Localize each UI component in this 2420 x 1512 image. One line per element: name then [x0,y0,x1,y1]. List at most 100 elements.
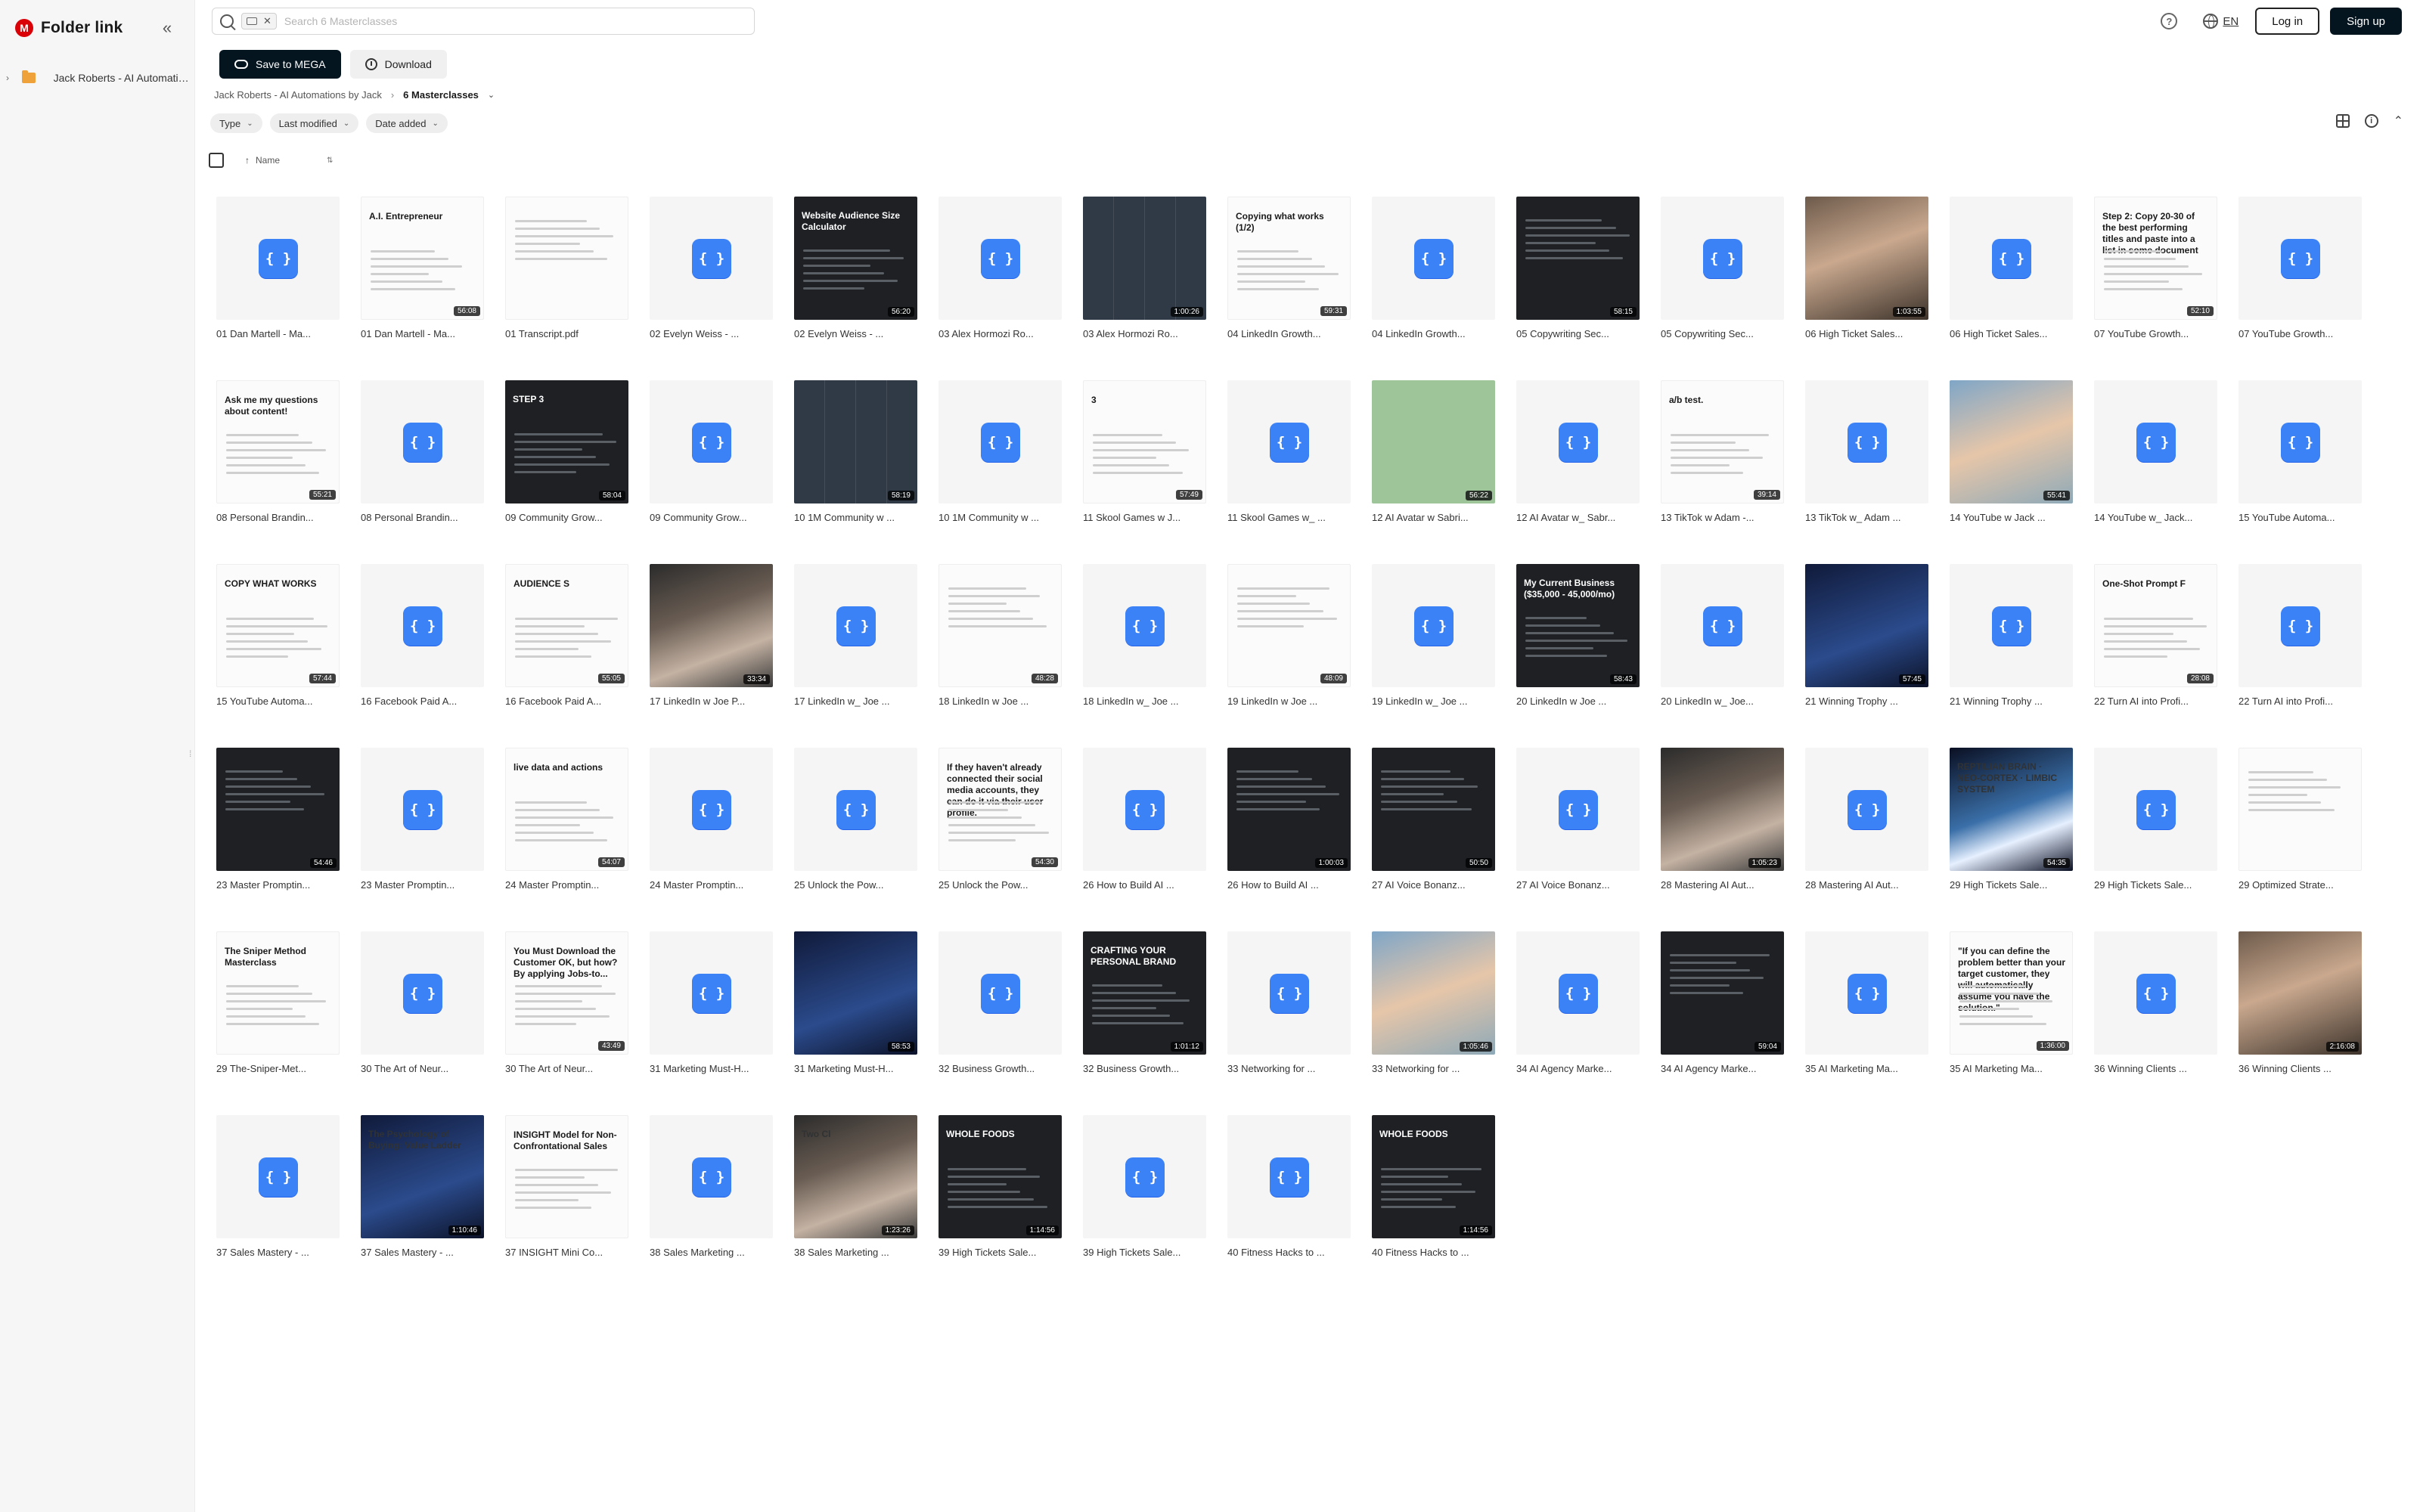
file-tile[interactable]: { } 10 1M Community w ... [939,380,1062,525]
file-tile[interactable]: { } 26 How to Build AI ... [1083,748,1206,892]
file-name[interactable]: 36 Winning Clients ... [2238,1062,2362,1076]
file-tile[interactable]: { } 13 TikTok w_ Adam ... [1805,380,1928,525]
file-thumbnail[interactable]: { } [1950,564,2073,687]
file-tile[interactable]: AUDIENCE S 55:05 16 Facebook Paid A... [505,564,628,708]
file-thumbnail[interactable]: { } [2238,197,2362,320]
sidebar-item-root-folder[interactable]: › Jack Roberts - AI Automations by Jack [6,68,191,88]
file-tile[interactable]: { } 01 Dan Martell - Ma... [216,197,340,341]
file-tile[interactable]: 48:28 18 LinkedIn w Joe ... [939,564,1062,708]
file-tile[interactable]: { } 08 Personal Brandin... [361,380,484,525]
file-name[interactable]: 38 Sales Marketing ... [650,1246,773,1259]
file-name[interactable]: 20 LinkedIn w Joe ... [1516,695,1640,708]
file-tile[interactable]: 58:19 10 1M Community w ... [794,380,917,525]
file-thumbnail[interactable]: { } [2238,564,2362,687]
file-name[interactable]: 28 Mastering AI Aut... [1805,878,1928,892]
file-name[interactable]: 19 LinkedIn w Joe ... [1227,695,1351,708]
file-name[interactable]: 13 TikTok w Adam -... [1661,511,1784,525]
file-tile[interactable]: Ask me my questions about content! 55:21 0… [216,380,340,525]
file-tile[interactable]: { } 37 Sales Mastery - ... [216,1115,340,1259]
sort-toggle-icon[interactable]: ⇅ [327,156,333,165]
file-name[interactable]: 24 Master Promptin... [505,878,628,892]
sort-arrow-up-icon[interactable]: ↑ [245,155,250,166]
file-name[interactable]: 01 Dan Martell - Ma... [361,327,484,341]
file-thumbnail[interactable]: 59:04 [1661,931,1784,1055]
file-thumbnail[interactable]: { } [1661,197,1784,320]
file-thumbnail[interactable]: 57:45 [1805,564,1928,687]
file-name[interactable]: 34 AI Agency Marke... [1661,1062,1784,1076]
file-thumbnail[interactable]: { } [939,197,1062,320]
file-tile[interactable]: { } 34 AI Agency Marke... [1516,931,1640,1076]
language-selector[interactable]: EN [2203,14,2238,29]
file-thumbnail[interactable]: INSIGHT Model for Non-Confrontational Sa… [505,1115,628,1238]
help-icon[interactable]: ? [2161,13,2178,29]
file-thumbnail[interactable]: { } [1805,931,1928,1055]
file-thumbnail[interactable]: { } [1083,748,1206,871]
file-name[interactable]: 27 AI Voice Bonanz... [1516,878,1640,892]
file-thumbnail[interactable]: 1:05:23 [1661,748,1784,871]
file-tile[interactable]: 56:22 12 AI Avatar w Sabri... [1372,380,1495,525]
breadcrumb-parent[interactable]: Jack Roberts - AI Automations by Jack [214,89,382,101]
file-thumbnail[interactable]: { } [1083,564,1206,687]
file-tile[interactable]: REPTILIAN BRAIN · NEO-CORTEX · LIMBIC SY… [1950,748,2073,892]
file-thumbnail[interactable]: Copying what works (1/2) 59:31 [1227,197,1351,320]
file-name[interactable]: 15 YouTube Automa... [216,695,340,708]
file-tile[interactable]: { } 29 High Tickets Sale... [2094,748,2217,892]
file-tile[interactable]: { } 24 Master Promptin... [650,748,773,892]
file-name[interactable]: 22 Turn AI into Profi... [2238,695,2362,708]
info-icon[interactable]: i [2364,114,2378,128]
file-name[interactable]: 07 YouTube Growth... [2094,327,2217,341]
folder-scope-chip[interactable]: ✕ [241,13,277,29]
file-tile[interactable]: { } 39 High Tickets Sale... [1083,1115,1206,1259]
file-thumbnail[interactable]: { } [1950,197,2073,320]
file-thumbnail[interactable]: { } [1805,748,1928,871]
file-name[interactable]: 09 Community Grow... [650,511,773,525]
file-name[interactable]: 22 Turn AI into Profi... [2094,695,2217,708]
file-name[interactable]: 06 High Ticket Sales... [1950,327,2073,341]
file-tile[interactable]: 59:04 34 AI Agency Marke... [1661,931,1784,1076]
file-tile[interactable]: 1:03:55 06 High Ticket Sales... [1805,197,1928,341]
file-name[interactable]: 33 Networking for ... [1227,1062,1351,1076]
file-name[interactable]: 32 Business Growth... [939,1062,1062,1076]
file-tile[interactable]: Step 2: Copy 20-30 of the best performin… [2094,197,2217,341]
file-thumbnail[interactable]: REPTILIAN BRAIN · NEO-CORTEX · LIMBIC SY… [1950,748,2073,871]
file-tile[interactable]: 1:00:03 26 How to Build AI ... [1227,748,1351,892]
file-tile[interactable]: INSIGHT Model for Non-Confrontational Sa… [505,1115,628,1259]
file-thumbnail[interactable]: 48:09 [1227,564,1351,687]
file-name[interactable]: 03 Alex Hormozi Ro... [939,327,1062,341]
file-tile[interactable]: { } 20 LinkedIn w_ Joe... [1661,564,1784,708]
file-name[interactable]: 29 High Tickets Sale... [1950,878,2073,892]
file-thumbnail[interactable]: 55:41 [1950,380,2073,503]
file-tile[interactable]: 50:50 27 AI Voice Bonanz... [1372,748,1495,892]
file-tile[interactable]: My Current Business ($35,000 - 45,000/mo… [1516,564,1640,708]
file-tile[interactable]: "If you can define the problem better th… [1950,931,2073,1076]
file-tile[interactable]: { } 09 Community Grow... [650,380,773,525]
file-name[interactable]: 29 The-Sniper-Met... [216,1062,340,1076]
file-tile[interactable]: 54:46 23 Master Promptin... [216,748,340,892]
file-name[interactable]: 18 LinkedIn w_ Joe ... [1083,695,1206,708]
file-name[interactable]: 37 Sales Mastery - ... [361,1246,484,1259]
file-name[interactable]: 10 1M Community w ... [939,511,1062,525]
file-thumbnail[interactable]: Website Audience Size Calculator 56:20 [794,197,917,320]
file-thumbnail[interactable]: { } [1372,197,1495,320]
file-tile[interactable]: { } 30 The Art of Neur... [361,931,484,1076]
download-button[interactable]: Download [349,50,447,79]
file-tile[interactable]: { } 38 Sales Marketing ... [650,1115,773,1259]
file-tile[interactable]: { } 22 Turn AI into Profi... [2238,564,2362,708]
chevron-right-icon[interactable]: › [6,73,14,83]
file-tile[interactable]: { } 40 Fitness Hacks to ... [1227,1115,1351,1259]
save-to-mega-button[interactable]: Save to MEGA [219,50,341,79]
file-name[interactable]: 05 Copywriting Sec... [1661,327,1784,341]
file-thumbnail[interactable]: { } [2094,748,2217,871]
file-thumbnail[interactable]: CRAFTING YOUR PERSONAL BRAND 1:01:12 [1083,931,1206,1055]
file-name[interactable]: 05 Copywriting Sec... [1516,327,1640,341]
file-thumbnail[interactable]: { } [1372,564,1495,687]
file-thumbnail[interactable]: One-Shot Prompt F 28:08 [2094,564,2217,687]
file-name[interactable]: 13 TikTok w_ Adam ... [1805,511,1928,525]
file-tile[interactable]: 01 Transcript.pdf [505,197,628,341]
close-icon[interactable]: ✕ [263,15,271,27]
file-tile[interactable]: 48:09 19 LinkedIn w Joe ... [1227,564,1351,708]
file-tile[interactable]: { } 16 Facebook Paid A... [361,564,484,708]
file-name[interactable]: 17 LinkedIn w Joe P... [650,695,773,708]
file-thumbnail[interactable]: { } [1516,931,1640,1055]
file-thumbnail[interactable]: { } [650,1115,773,1238]
